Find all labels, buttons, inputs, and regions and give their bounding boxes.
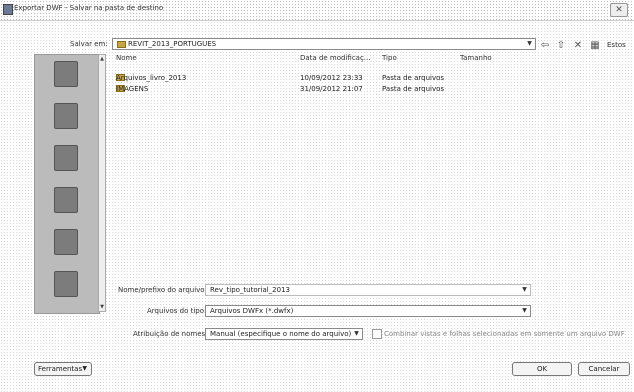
scroll-down-icon[interactable]: ▼ [99, 303, 105, 311]
computer-icon[interactable] [49, 187, 83, 227]
column-header-type[interactable]: Tipo [382, 54, 397, 62]
list-item[interactable]: Arquivos_livro_2013 10/09/2012 23:33 Pas… [110, 74, 624, 84]
favorites-icon[interactable] [49, 271, 83, 311]
tools-button[interactable]: Ferramentas ▼ [34, 362, 92, 376]
file-list[interactable]: Nome Data de modificaç... Tipo Tamanho A… [110, 54, 624, 274]
chevron-down-icon: ▼ [522, 286, 527, 293]
chevron-down-icon: ▼ [82, 365, 87, 372]
cancel-button[interactable]: Cancelar [578, 362, 630, 376]
save-in-label: Salvar em: [70, 40, 108, 48]
filetype-select[interactable]: Arquivos DWFx (*.dwfx) ▼ [205, 305, 531, 317]
chevron-down-icon: ▼ [354, 330, 359, 337]
places-scrollbar[interactable]: ▲ ▼ [98, 54, 106, 312]
window-title: Exportar DWF - Salvar na pasta de destin… [14, 4, 164, 12]
filetype-label: Arquivos do tipo: [147, 307, 207, 315]
list-item[interactable]: IMAGENS 31/09/2012 21:07 Pasta de arquiv… [110, 85, 624, 95]
desktop-icon[interactable] [49, 103, 83, 143]
scroll-up-icon[interactable]: ▲ [99, 55, 105, 63]
ok-button[interactable]: OK [512, 362, 572, 376]
tools-label[interactable]: Estos [607, 41, 626, 49]
naming-select[interactable]: Manual (especifique o nome do arquivo) ▼ [205, 328, 363, 340]
title-bar: Exportar DWF - Salvar na pasta de destin… [0, 0, 634, 21]
recent-places-icon[interactable] [49, 61, 83, 101]
app-icon [3, 4, 13, 15]
back-icon[interactable]: ⇦ [540, 40, 550, 51]
up-folder-icon[interactable]: ⇧ [556, 40, 566, 51]
chevron-down-icon: ▼ [522, 307, 527, 314]
folder-icon [117, 40, 126, 48]
column-header-date[interactable]: Data de modificaç... [300, 54, 370, 62]
column-header-name[interactable]: Nome [116, 54, 137, 62]
views-icon[interactable]: ▦ [590, 40, 600, 51]
places-bar [34, 54, 100, 314]
documents-icon[interactable] [49, 145, 83, 185]
save-in-select[interactable]: REVIT_2013_PORTUGUES ▼ [112, 38, 536, 50]
combine-label: Combinar vistas e folhas selecionadas em… [384, 330, 625, 338]
filename-label: Nome/prefixo do arquivo: [118, 286, 207, 294]
column-header-size[interactable]: Tamanho [460, 54, 492, 62]
close-button[interactable]: ✕ [610, 3, 628, 17]
filename-input[interactable]: Rev_tipo_tutorial_2013 ▼ [205, 284, 531, 296]
combine-checkbox[interactable] [372, 329, 382, 339]
network-icon[interactable] [49, 229, 83, 269]
save-in-value: REVIT_2013_PORTUGUES [128, 40, 217, 48]
chevron-down-icon: ▼ [527, 40, 532, 47]
naming-label: Atribuição de nomes: [133, 330, 208, 338]
delete-icon[interactable]: ✕ [573, 40, 583, 51]
